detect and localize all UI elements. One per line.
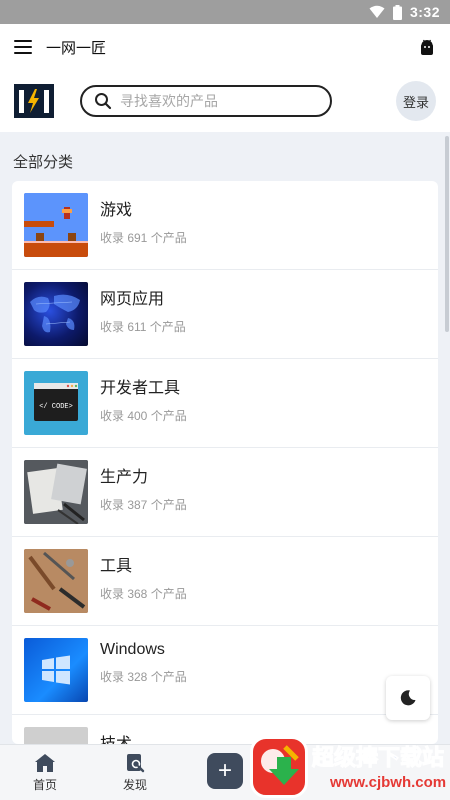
category-count: 收录 328 个产品 bbox=[100, 670, 187, 684]
category-count: 收录 611 个产品 bbox=[100, 320, 186, 334]
wifi-icon bbox=[369, 5, 385, 18]
category-count: 收录 400 个产品 bbox=[100, 409, 187, 423]
category-count: 收录 387 个产品 bbox=[100, 498, 187, 512]
category-count: 收录 691 个产品 bbox=[100, 231, 187, 245]
menu-icon[interactable] bbox=[14, 40, 32, 54]
category-item-windows[interactable]: Windows 收录 328 个产品 bbox=[12, 626, 438, 715]
discover-icon bbox=[127, 753, 145, 772]
code-label: </ CODE> bbox=[39, 403, 73, 411]
plus-icon: + bbox=[217, 757, 232, 784]
windows-thumbnail bbox=[24, 638, 88, 702]
status-bar: 3:32 bbox=[0, 0, 450, 24]
dark-mode-button[interactable] bbox=[386, 676, 430, 720]
status-time: 3:32 bbox=[409, 4, 440, 20]
category-name: 生产力 bbox=[100, 469, 149, 486]
search-icon bbox=[95, 93, 112, 110]
search-input[interactable] bbox=[120, 93, 310, 109]
productivity-thumbnail bbox=[24, 460, 88, 524]
search-box[interactable] bbox=[80, 85, 332, 117]
category-name: 网页应用 bbox=[100, 291, 165, 308]
category-item-tools[interactable]: 工具 收录 368 个产品 bbox=[12, 537, 438, 626]
android-icon bbox=[421, 39, 433, 55]
category-count: 收录 368 个产品 bbox=[100, 587, 187, 601]
category-item-productivity[interactable]: 生产力 收录 387 个产品 bbox=[12, 448, 438, 537]
login-button[interactable]: 登录 bbox=[396, 81, 436, 121]
nav-discover[interactable]: 发现 bbox=[90, 753, 180, 793]
category-item-developer-tools[interactable]: </ CODE> 开发者工具 收录 400 个产品 bbox=[12, 359, 438, 448]
watermark-title: 超级捧下载站 bbox=[311, 745, 445, 771]
battery-icon bbox=[392, 4, 402, 20]
home-icon bbox=[35, 753, 55, 772]
nav-discover-label: 发现 bbox=[122, 777, 147, 792]
tools-thumbnail bbox=[24, 549, 88, 613]
nav-home[interactable]: 首页 bbox=[0, 753, 90, 793]
watermark-logo bbox=[250, 736, 308, 798]
app-bar: 一网一匠 bbox=[0, 24, 450, 70]
add-button[interactable]: + bbox=[207, 753, 243, 789]
section-title: 全部分类 bbox=[13, 154, 74, 171]
category-name: 技术 bbox=[100, 730, 132, 744]
category-name: Windows bbox=[100, 641, 165, 658]
header: 登录 bbox=[0, 70, 450, 132]
moon-icon bbox=[400, 690, 416, 706]
scrollbar[interactable] bbox=[445, 136, 449, 332]
category-item-web-apps[interactable]: 网页应用 收录 611 个产品 bbox=[12, 270, 438, 359]
brand-logo[interactable] bbox=[14, 84, 54, 118]
watermark: 超级捧下载站 www.cjbwh.com bbox=[248, 734, 450, 800]
category-name: 开发者工具 bbox=[100, 380, 181, 397]
developer-tools-thumbnail: </ CODE> bbox=[24, 371, 88, 435]
category-name: 游戏 bbox=[100, 202, 133, 219]
watermark-url: www.cjbwh.com bbox=[330, 774, 447, 791]
category-list: 游戏 收录 691 个产品 网页应用 收录 611 个产品 </ CODE> 开… bbox=[12, 181, 438, 744]
tech-thumbnail bbox=[24, 727, 88, 744]
web-apps-thumbnail bbox=[24, 282, 88, 346]
app-title: 一网一匠 bbox=[46, 39, 107, 57]
games-thumbnail bbox=[24, 193, 88, 257]
category-item-games[interactable]: 游戏 收录 691 个产品 bbox=[12, 181, 438, 270]
category-name: 工具 bbox=[100, 558, 133, 575]
nav-home-label: 首页 bbox=[32, 777, 57, 792]
